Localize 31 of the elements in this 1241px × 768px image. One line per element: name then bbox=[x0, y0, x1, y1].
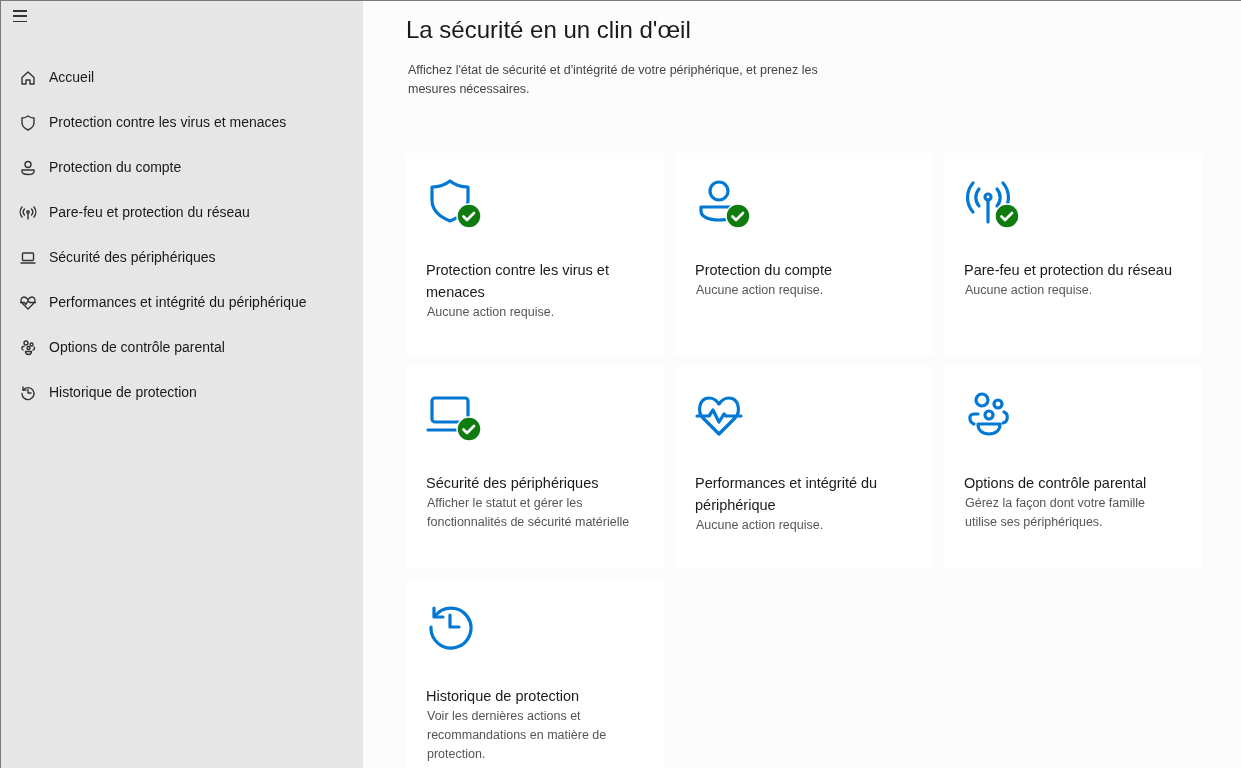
home-icon bbox=[19, 68, 37, 87]
nav-item[interactable]: Protection du compte bbox=[1, 155, 363, 180]
nav-item[interactable]: Sécurité des périphériques bbox=[1, 245, 363, 270]
tile-subtitle: Voir les dernières actions et recommandations en matière de protection. bbox=[427, 708, 608, 763]
nav-item[interactable]: Protection contre les virus et menaces bbox=[1, 110, 363, 135]
tile-subtitle: Aucune action requise. bbox=[696, 282, 825, 299]
person-icon bbox=[19, 158, 37, 177]
nav-item[interactable]: Accueil bbox=[1, 65, 363, 90]
tile-title: Sécurité des périphériques bbox=[426, 474, 600, 493]
history-icon bbox=[426, 603, 474, 651]
nav-item[interactable]: Pare-feu et protection du réseau bbox=[1, 200, 363, 225]
tile-title: Pare-feu et protection du réseau bbox=[964, 261, 1173, 280]
tile-title: Performances et intégrité du périphérique bbox=[695, 474, 879, 515]
page-title: La sécurité en un clin d'œil bbox=[406, 15, 692, 45]
tile-title: Options de contrôle parental bbox=[964, 474, 1148, 493]
tile-subtitle: Aucune action requise. bbox=[427, 304, 556, 321]
tile-subtitle: Afficher le statut et gérer les fonctionnalités de sécurité matérielle bbox=[427, 495, 631, 531]
page-description: Affichez l'état de sécurité et d'intégrité de votre périphérique, et prenez les mesures nécessaires. bbox=[408, 62, 819, 98]
shield-icon bbox=[19, 113, 37, 132]
tile-title: Historique de protection bbox=[426, 687, 581, 706]
nav-item[interactable]: Historique de protection bbox=[1, 380, 363, 405]
nav-item[interactable]: Options de contrôle parental bbox=[1, 335, 363, 360]
nav-item[interactable]: Performances et intégrité du périphérique bbox=[1, 290, 363, 315]
tile-subtitle: Gérez la façon dont votre famille utilise ses périphériques. bbox=[965, 495, 1146, 531]
tile-title: Protection du compte bbox=[695, 261, 834, 280]
heartbeat-icon bbox=[19, 293, 37, 312]
family-icon bbox=[19, 338, 37, 357]
tile-subtitle: Aucune action requise. bbox=[696, 517, 825, 534]
tile-title: Protection contre les virus et menaces bbox=[426, 261, 610, 302]
history-icon bbox=[19, 383, 37, 402]
tile-subtitle: Aucune action requise. bbox=[965, 282, 1094, 299]
